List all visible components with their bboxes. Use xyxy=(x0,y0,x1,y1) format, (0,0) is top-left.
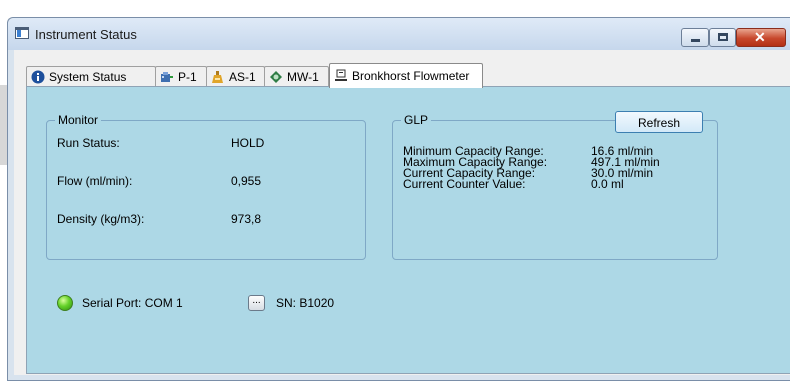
tab-label: Bronkhorst Flowmeter xyxy=(352,69,470,83)
pump-icon xyxy=(161,72,173,82)
serial-port-label: Serial Port: COM 1 xyxy=(82,296,183,310)
maximize-button[interactable] xyxy=(709,28,736,47)
serial-number-label: SN: B1020 xyxy=(276,296,335,310)
window-title: Instrument Status xyxy=(35,27,137,42)
density-label: Density (kg/m3): xyxy=(57,212,145,226)
valve-icon xyxy=(270,71,282,83)
monitor-group-title: Monitor xyxy=(55,113,102,127)
tab-as-1[interactable]: AS-1 xyxy=(206,66,265,87)
tab-label: P-1 xyxy=(178,70,197,84)
serial-port-browse-button[interactable]: ... xyxy=(248,295,265,311)
flowmeter-panel: Monitor Run Status: HOLD Flow (ml/min): … xyxy=(26,86,790,374)
background-strip xyxy=(0,85,7,165)
minimize-button[interactable] xyxy=(681,28,709,47)
window-client-area: System Status P-1 AS-1 MW-1 Bronkhorst F… xyxy=(14,50,790,375)
flow-value: 0,955 xyxy=(231,174,262,188)
monitor-group: Monitor Run Status: HOLD Flow (ml/min): … xyxy=(46,113,366,260)
tab-mw-1[interactable]: MW-1 xyxy=(264,66,329,87)
glp-group: GLP Minimum Capacity Range: 16.6 ml/min … xyxy=(392,113,718,260)
glp-group-title: GLP xyxy=(401,113,432,127)
maximize-icon xyxy=(718,33,728,41)
connection-status-led xyxy=(57,295,73,311)
tab-label: MW-1 xyxy=(287,70,319,84)
close-icon: ✕ xyxy=(754,29,766,45)
minimize-icon xyxy=(691,39,700,42)
counter-value-value: 0.0 ml xyxy=(591,177,624,191)
run-status-value: HOLD xyxy=(231,136,265,150)
tab-p-1[interactable]: P-1 xyxy=(155,66,207,87)
run-status-label: Run Status: xyxy=(57,136,120,150)
refresh-button[interactable]: Refresh xyxy=(615,111,703,133)
tab-bronkhorst-flowmeter[interactable]: Bronkhorst Flowmeter xyxy=(329,63,483,88)
tab-label: AS-1 xyxy=(229,70,256,84)
tab-system-status[interactable]: System Status xyxy=(26,66,156,87)
flow-label: Flow (ml/min): xyxy=(57,174,133,188)
tab-label: System Status xyxy=(49,70,127,84)
info-icon xyxy=(31,70,45,84)
autosampler-icon xyxy=(212,71,223,83)
window-app-icon xyxy=(15,27,29,39)
density-value: 973,8 xyxy=(231,212,262,226)
title-bar[interactable]: Instrument Status ✕ xyxy=(8,18,790,50)
flowmeter-icon xyxy=(335,69,347,81)
counter-value-label: Current Counter Value: xyxy=(403,177,526,191)
close-button[interactable]: ✕ xyxy=(736,28,786,47)
instrument-status-window: Instrument Status ✕ System Status P-1 AS… xyxy=(7,17,790,381)
